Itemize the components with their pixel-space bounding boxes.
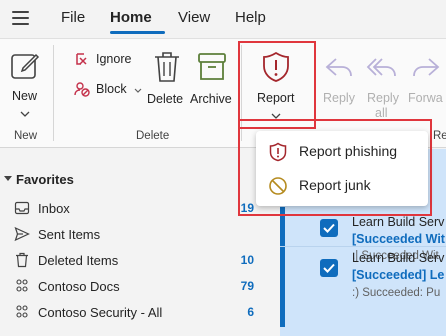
ignore-button[interactable]: Ignore: [74, 49, 138, 69]
folder-label: Contoso Docs: [38, 279, 120, 294]
unread-count: 79: [240, 279, 254, 293]
reply-label: Reply: [323, 91, 355, 105]
delete-label: Delete: [147, 92, 184, 106]
group-label-new: New: [14, 130, 38, 142]
new-label: New: [12, 89, 38, 103]
ignore-label: Ignore: [96, 52, 132, 66]
message-row[interactable]: Learn Build Serv [Succeeded] Le :) Succe…: [280, 247, 446, 327]
hamburger-menu-icon[interactable]: [12, 11, 30, 25]
folder-label: Contoso Security - All: [38, 305, 163, 320]
group-label-delete: Delete: [136, 130, 170, 142]
folder-label: Inbox: [38, 201, 70, 216]
tab-view[interactable]: View: [178, 9, 210, 26]
group-icon: [16, 279, 28, 292]
report-phishing-item[interactable]: Report phishing: [256, 135, 428, 169]
chevron-down-icon: [20, 111, 30, 117]
block-icon: [74, 82, 90, 97]
delete-button[interactable]: Delete: [147, 47, 189, 111]
checkbox-checked-icon[interactable]: [320, 219, 338, 237]
ignore-icon: [76, 53, 87, 65]
tab-file[interactable]: File: [61, 9, 85, 26]
unread-count: 10: [240, 253, 254, 267]
favorites-heading[interactable]: Favorites: [16, 172, 74, 187]
inbox-icon: [14, 201, 30, 215]
group-label-respond: Re: [433, 130, 446, 142]
folder-label: Deleted Items: [38, 253, 119, 268]
forward-button[interactable]: Forwa: [405, 47, 446, 123]
reply-all-label-line1: Reply: [367, 91, 399, 105]
reply-button[interactable]: Reply: [320, 47, 360, 123]
new-button[interactable]: New: [4, 47, 46, 123]
reply-icon: [325, 58, 352, 77]
message-sender: Learn Build Serv: [352, 251, 445, 265]
tab-help[interactable]: Help: [235, 9, 266, 26]
group-icon: [16, 305, 28, 318]
report-button-highlight: [238, 41, 316, 129]
selection-bar: [280, 247, 285, 327]
top-menu-bar: File Home View Help: [0, 0, 446, 38]
message-subject: [Succeeded] Le: [352, 268, 445, 282]
compose-icon: [11, 53, 40, 79]
folder-deleted-items[interactable]: Deleted Items 10: [0, 248, 260, 274]
forward-icon: [413, 58, 440, 77]
folder-inbox[interactable]: Inbox 19: [0, 196, 260, 222]
folder-label: Sent Items: [38, 227, 101, 242]
send-icon: [14, 226, 30, 242]
message-subject: [Succeeded Wit: [352, 232, 445, 246]
collapse-chevron-icon[interactable]: [4, 176, 12, 181]
junk-icon: [269, 177, 287, 195]
message-sender: Learn Build Serv: [352, 215, 445, 229]
folder-contoso-docs[interactable]: Contoso Docs 79: [0, 274, 260, 300]
ribbon-separator: [53, 45, 54, 141]
block-button[interactable]: Block: [74, 79, 144, 99]
checkbox-checked-icon[interactable]: [320, 259, 338, 277]
message-preview: :) Succeeded: Pu: [352, 287, 441, 299]
shield-alert-icon: [269, 142, 287, 162]
trash-icon: [155, 52, 179, 82]
reply-all-label-line2: all: [375, 106, 388, 120]
reply-all-button[interactable]: Reply all: [362, 47, 402, 123]
folder-contoso-security-all[interactable]: Contoso Security - All 6: [0, 300, 260, 326]
trash-icon: [16, 252, 28, 268]
tab-home[interactable]: Home: [110, 9, 152, 26]
report-dropdown-menu: Report phishing Report junk: [256, 131, 428, 206]
block-label: Block: [96, 82, 127, 96]
forward-label: Forwa: [408, 91, 443, 105]
folder-sent-items[interactable]: Sent Items: [0, 222, 260, 248]
report-junk-item[interactable]: Report junk: [256, 169, 428, 203]
reply-all-icon: [366, 58, 396, 77]
archive-icon: [198, 53, 226, 80]
chevron-down-icon: [134, 88, 142, 93]
report-phishing-label: Report phishing: [299, 143, 398, 159]
active-tab-indicator: [110, 31, 165, 34]
archive-button[interactable]: Archive: [190, 47, 236, 111]
report-junk-label: Report junk: [299, 177, 371, 193]
unread-count: 6: [247, 305, 254, 319]
archive-label: Archive: [190, 92, 232, 106]
